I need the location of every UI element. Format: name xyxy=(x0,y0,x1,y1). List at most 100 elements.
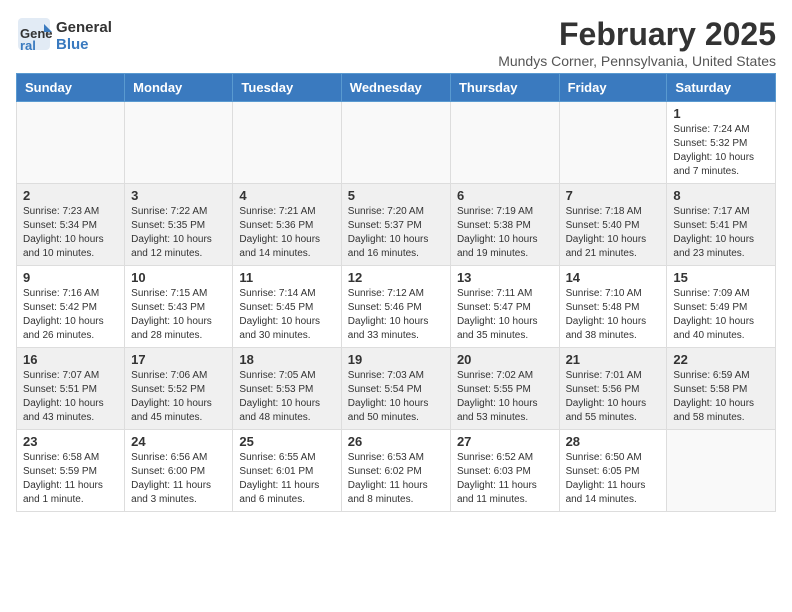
calendar-cell: 10 Sunrise: 7:15 AM Sunset: 5:43 PM Dayli… xyxy=(125,266,233,348)
calendar-cell xyxy=(667,430,776,512)
title-area: February 2025 Mundys Corner, Pennsylvani… xyxy=(498,16,776,69)
day-number: 18 xyxy=(239,352,334,367)
calendar-cell: 28 Sunrise: 6:50 AM Sunset: 6:05 PM Dayli… xyxy=(559,430,667,512)
day-info: Sunrise: 6:56 AM Sunset: 6:00 PM Dayligh… xyxy=(131,451,226,507)
day-number: 27 xyxy=(457,434,553,449)
calendar-cell: 20 Sunrise: 7:02 AM Sunset: 5:55 PM Dayli… xyxy=(450,348,559,430)
day-number: 6 xyxy=(457,188,553,203)
header: Gene ral General Blue February 2025 Mund… xyxy=(16,16,776,69)
calendar-cell: 16 Sunrise: 7:07 AM Sunset: 5:51 PM Dayli… xyxy=(17,348,125,430)
day-info: Sunrise: 7:22 AM Sunset: 5:35 PM Dayligh… xyxy=(131,205,226,261)
location: Mundys Corner, Pennsylvania, United Stat… xyxy=(498,53,776,69)
day-number: 23 xyxy=(23,434,118,449)
day-number: 24 xyxy=(131,434,226,449)
logo-icon: Gene ral xyxy=(16,16,52,52)
header-thursday: Thursday xyxy=(450,74,559,102)
day-number: 14 xyxy=(566,270,661,285)
calendar-cell: 4 Sunrise: 7:21 AM Sunset: 5:36 PM Daylig… xyxy=(233,184,341,266)
calendar-cell: 26Sunrise: 6:53 AM Sunset: 6:02 PM Dayli… xyxy=(341,430,450,512)
day-number: 13 xyxy=(457,270,553,285)
calendar-cell: 17Sunrise: 7:06 AM Sunset: 5:52 PM Dayli… xyxy=(125,348,233,430)
day-info: Sunrise: 6:58 AM Sunset: 5:59 PM Dayligh… xyxy=(23,451,118,507)
calendar-week-row: 9 Sunrise: 7:16 AM Sunset: 5:42 PM Daylig… xyxy=(17,266,776,348)
calendar-cell: 2 Sunrise: 7:23 AM Sunset: 5:34 PM Daylig… xyxy=(17,184,125,266)
day-info: Sunrise: 7:11 AM Sunset: 5:47 PM Dayligh… xyxy=(457,287,553,343)
day-number: 8 xyxy=(673,188,769,203)
header-saturday: Saturday xyxy=(667,74,776,102)
day-number: 19 xyxy=(348,352,444,367)
calendar-cell: 27 Sunrise: 6:52 AM Sunset: 6:03 PM Dayli… xyxy=(450,430,559,512)
calendar-cell: 3 Sunrise: 7:22 AM Sunset: 5:35 PM Daylig… xyxy=(125,184,233,266)
day-number: 22 xyxy=(673,352,769,367)
calendar-cell: 18 Sunrise: 7:05 AM Sunset: 5:53 PM Dayli… xyxy=(233,348,341,430)
calendar-cell xyxy=(450,102,559,184)
calendar-cell: 7Sunrise: 7:18 AM Sunset: 5:40 PM Daylig… xyxy=(559,184,667,266)
day-info: Sunrise: 6:52 AM Sunset: 6:03 PM Dayligh… xyxy=(457,451,553,507)
calendar-cell: 6 Sunrise: 7:19 AM Sunset: 5:38 PM Daylig… xyxy=(450,184,559,266)
day-info: Sunrise: 7:17 AM Sunset: 5:41 PM Dayligh… xyxy=(673,205,769,261)
calendar-cell xyxy=(17,102,125,184)
day-info: Sunrise: 7:06 AM Sunset: 5:52 PM Dayligh… xyxy=(131,369,226,425)
calendar-cell xyxy=(125,102,233,184)
day-info: Sunrise: 7:19 AM Sunset: 5:38 PM Dayligh… xyxy=(457,205,553,261)
day-number: 2 xyxy=(23,188,118,203)
day-number: 7 xyxy=(566,188,661,203)
header-sunday: Sunday xyxy=(17,74,125,102)
day-info: Sunrise: 7:09 AM Sunset: 5:49 PM Dayligh… xyxy=(673,287,769,343)
logo-general: General xyxy=(56,20,112,37)
calendar-cell: 24 Sunrise: 6:56 AM Sunset: 6:00 PM Dayli… xyxy=(125,430,233,512)
calendar-cell: 5 Sunrise: 7:20 AM Sunset: 5:37 PM Daylig… xyxy=(341,184,450,266)
calendar-cell xyxy=(341,102,450,184)
day-info: Sunrise: 6:50 AM Sunset: 6:05 PM Dayligh… xyxy=(566,451,661,507)
calendar-table: Sunday Monday Tuesday Wednesday Thursday… xyxy=(16,73,776,512)
day-info: Sunrise: 7:14 AM Sunset: 5:45 PM Dayligh… xyxy=(239,287,334,343)
calendar-cell: 13 Sunrise: 7:11 AM Sunset: 5:47 PM Dayli… xyxy=(450,266,559,348)
day-info: Sunrise: 7:15 AM Sunset: 5:43 PM Dayligh… xyxy=(131,287,226,343)
day-number: 11 xyxy=(239,270,334,285)
calendar-cell: 22 Sunrise: 6:59 AM Sunset: 5:58 PM Dayli… xyxy=(667,348,776,430)
weekday-header-row: Sunday Monday Tuesday Wednesday Thursday… xyxy=(17,74,776,102)
day-info: Sunrise: 7:24 AM Sunset: 5:32 PM Dayligh… xyxy=(673,123,769,179)
month-title: February 2025 xyxy=(498,16,776,53)
calendar-cell: 14Sunrise: 7:10 AM Sunset: 5:48 PM Dayli… xyxy=(559,266,667,348)
day-info: Sunrise: 7:23 AM Sunset: 5:34 PM Dayligh… xyxy=(23,205,118,261)
day-number: 15 xyxy=(673,270,769,285)
calendar-cell xyxy=(559,102,667,184)
day-number: 21 xyxy=(566,352,661,367)
day-info: Sunrise: 7:05 AM Sunset: 5:53 PM Dayligh… xyxy=(239,369,334,425)
day-info: Sunrise: 7:20 AM Sunset: 5:37 PM Dayligh… xyxy=(348,205,444,261)
day-info: Sunrise: 7:07 AM Sunset: 5:51 PM Dayligh… xyxy=(23,369,118,425)
calendar-cell: 1 Sunrise: 7:24 AM Sunset: 5:32 PM Daylig… xyxy=(667,102,776,184)
calendar-week-row: 16 Sunrise: 7:07 AM Sunset: 5:51 PM Dayli… xyxy=(17,348,776,430)
day-number: 3 xyxy=(131,188,226,203)
day-info: Sunrise: 7:02 AM Sunset: 5:55 PM Dayligh… xyxy=(457,369,553,425)
day-number: 28 xyxy=(566,434,661,449)
calendar-cell: 23 Sunrise: 6:58 AM Sunset: 5:59 PM Dayli… xyxy=(17,430,125,512)
day-number: 20 xyxy=(457,352,553,367)
logo: Gene ral General Blue xyxy=(16,16,112,57)
day-number: 25 xyxy=(239,434,334,449)
day-info: Sunrise: 7:12 AM Sunset: 5:46 PM Dayligh… xyxy=(348,287,444,343)
day-number: 10 xyxy=(131,270,226,285)
header-monday: Monday xyxy=(125,74,233,102)
day-number: 16 xyxy=(23,352,118,367)
calendar-cell: 11 Sunrise: 7:14 AM Sunset: 5:45 PM Dayli… xyxy=(233,266,341,348)
svg-text:ral: ral xyxy=(20,38,36,52)
day-number: 12 xyxy=(348,270,444,285)
day-number: 5 xyxy=(348,188,444,203)
header-friday: Friday xyxy=(559,74,667,102)
logo-blue: Blue xyxy=(56,37,112,54)
calendar-cell: 15 Sunrise: 7:09 AM Sunset: 5:49 PM Dayli… xyxy=(667,266,776,348)
day-info: Sunrise: 7:21 AM Sunset: 5:36 PM Dayligh… xyxy=(239,205,334,261)
header-tuesday: Tuesday xyxy=(233,74,341,102)
day-info: Sunrise: 6:55 AM Sunset: 6:01 PM Dayligh… xyxy=(239,451,334,507)
day-number: 1 xyxy=(673,106,769,121)
day-info: Sunrise: 7:16 AM Sunset: 5:42 PM Dayligh… xyxy=(23,287,118,343)
calendar-cell: 19 Sunrise: 7:03 AM Sunset: 5:54 PM Dayli… xyxy=(341,348,450,430)
day-info: Sunrise: 6:59 AM Sunset: 5:58 PM Dayligh… xyxy=(673,369,769,425)
day-info: Sunrise: 6:53 AM Sunset: 6:02 PM Dayligh… xyxy=(348,451,444,507)
day-number: 4 xyxy=(239,188,334,203)
day-info: Sunrise: 7:03 AM Sunset: 5:54 PM Dayligh… xyxy=(348,369,444,425)
calendar-week-row: 1 Sunrise: 7:24 AM Sunset: 5:32 PM Daylig… xyxy=(17,102,776,184)
day-number: 9 xyxy=(23,270,118,285)
